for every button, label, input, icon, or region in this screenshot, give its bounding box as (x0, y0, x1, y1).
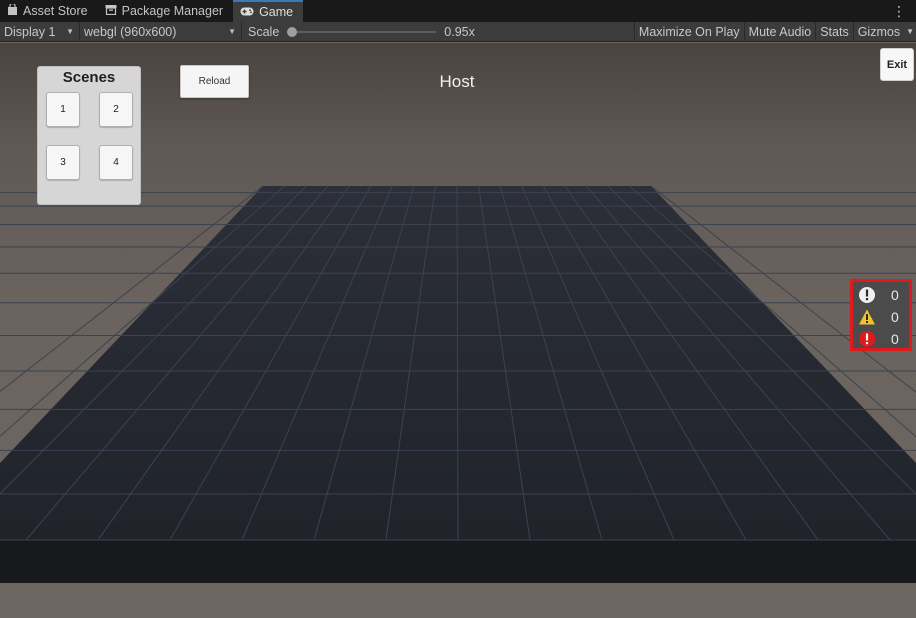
game-view-toolbar: Display 1 ▼ webgl (960x600) ▼ Scale 0.95… (0, 21, 916, 42)
scenes-title: Scenes (62, 69, 116, 86)
scale-value: 0.95x (444, 24, 475, 39)
chevron-down-icon: ▼ (906, 27, 914, 36)
scale-slider-thumb[interactable] (287, 26, 298, 37)
scene-4-button[interactable]: 4 (99, 145, 133, 180)
error-count: 0 (891, 331, 899, 347)
package-icon (105, 4, 117, 18)
error-icon (859, 331, 875, 347)
exit-button[interactable]: Exit (880, 48, 914, 81)
console-warning-row: 0 (853, 306, 909, 328)
reload-button[interactable]: Reload (180, 65, 249, 98)
display-dropdown[interactable]: Display 1 ▼ (0, 21, 80, 42)
info-count: 0 (891, 287, 899, 303)
warning-count: 0 (891, 309, 899, 325)
console-summary-panel[interactable]: 0 0 0 (850, 279, 912, 351)
scenes-panel: Scenes 1 2 3 4 (37, 66, 141, 205)
more-options-icon[interactable]: ⋮ (892, 0, 906, 22)
gamepad-icon (240, 5, 254, 19)
scene-2-button[interactable]: 2 (99, 92, 133, 127)
tab-game[interactable]: Game (233, 0, 304, 22)
console-error-row: 0 (853, 328, 909, 350)
resolution-value: webgl (960x600) (84, 24, 177, 39)
chevron-down-icon: ▼ (66, 27, 74, 36)
tab-asset-store[interactable]: Asset Store (0, 0, 98, 22)
tab-label: Game (259, 5, 294, 19)
scene-1-button[interactable]: 1 (46, 92, 80, 127)
gizmos-label: Gizmos (857, 24, 901, 39)
tab-label: Asset Store (23, 4, 88, 18)
resolution-dropdown[interactable]: webgl (960x600) ▼ (80, 21, 242, 42)
warning-icon (859, 309, 875, 325)
console-info-row: 0 (853, 284, 909, 306)
scale-label: Scale (248, 24, 280, 39)
gizmos-button[interactable]: Gizmos ▼ (852, 21, 916, 42)
chevron-down-icon: ▼ (228, 27, 236, 36)
stats-button[interactable]: Stats (815, 21, 853, 42)
game-viewport[interactable]: Scenes 1 2 3 4 Reload Host Exit 0 0 0 (0, 43, 916, 618)
maximize-on-play-button[interactable]: Maximize On Play (633, 21, 744, 42)
info-icon (859, 287, 875, 303)
tab-package-manager[interactable]: Package Manager (98, 0, 233, 22)
display-value: Display 1 (4, 24, 56, 39)
tab-label: Package Manager (121, 4, 224, 18)
editor-tab-bar: Asset Store Package Manager Game ⋮ (0, 0, 916, 22)
shopping-bag-icon (7, 2, 18, 18)
host-label: Host (439, 72, 475, 91)
scale-slider[interactable] (287, 26, 437, 37)
scene-3-button[interactable]: 3 (46, 145, 80, 180)
scale-control: Scale 0.95x (242, 22, 481, 42)
mute-audio-button[interactable]: Mute Audio (743, 21, 816, 42)
